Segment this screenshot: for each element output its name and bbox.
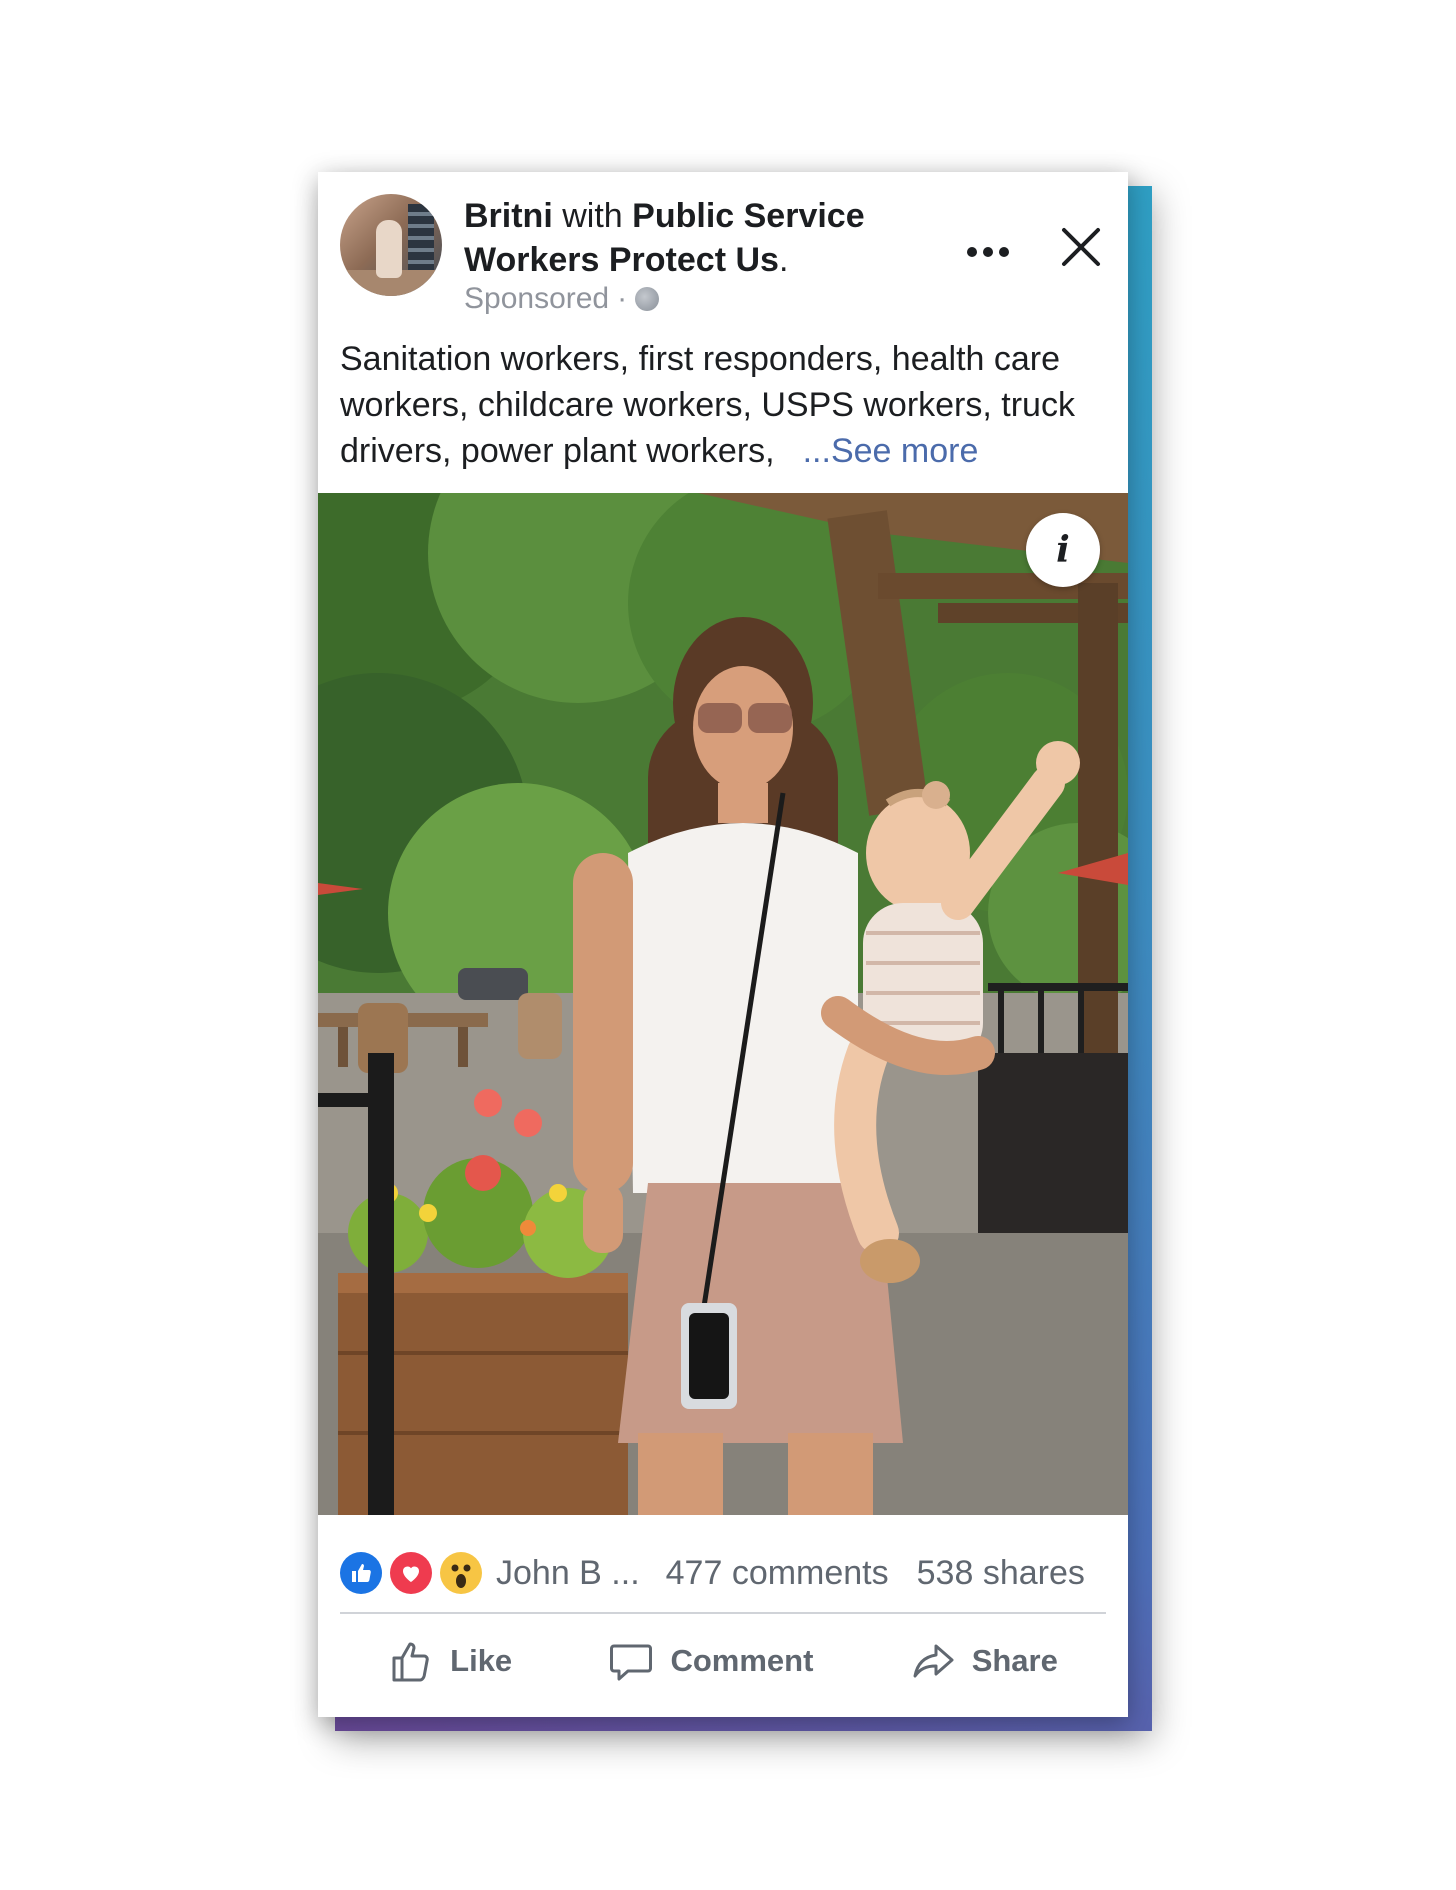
meta-separator: · <box>617 282 628 315</box>
wow-icon <box>440 1552 482 1594</box>
avatar-building <box>408 204 434 274</box>
reactor-names[interactable]: John B ... <box>496 1554 640 1593</box>
thumbs-up-outline-icon <box>392 1642 429 1682</box>
wow-face-icon <box>451 1564 471 1588</box>
author-avatar[interactable] <box>340 194 442 296</box>
comment-button[interactable]: Comment <box>608 1638 813 1684</box>
sponsored-label[interactable]: Sponsored <box>464 282 609 316</box>
post-body: Sanitation workers, first responders, he… <box>340 336 1100 474</box>
love-icon <box>390 1552 432 1594</box>
dot-icon <box>999 247 1009 257</box>
engagement-stats: John B ... 477 comments 538 shares <box>340 1549 1106 1597</box>
thumbs-up-icon <box>352 1564 371 1582</box>
reaction-icons[interactable] <box>340 1552 482 1594</box>
ad-info-button[interactable]: i <box>1026 513 1100 587</box>
globe-icon <box>635 287 660 311</box>
photo-illustration <box>318 493 1128 1515</box>
dot-icon <box>983 247 993 257</box>
share-label: Share <box>971 1643 1058 1678</box>
post-meta: Sponsored · <box>464 282 660 316</box>
stats-divider <box>340 1612 1106 1614</box>
comment-bubble-icon <box>610 1644 653 1681</box>
post-photo[interactable]: i <box>318 493 1128 1515</box>
author-name-link[interactable]: Britni <box>464 197 553 235</box>
post-title: Britni with Public Service Workers Prote… <box>464 194 934 282</box>
title-period: . <box>778 241 789 279</box>
see-more-link[interactable]: ...See more <box>803 432 979 470</box>
dot-icon <box>967 247 977 257</box>
ad-screenshot: Britni with Public Service Workers Prote… <box>0 0 1456 1890</box>
shares-count[interactable]: 538 shares <box>917 1554 1085 1593</box>
action-bar: Like Comment Share <box>340 1624 1106 1698</box>
like-icon <box>340 1552 382 1594</box>
comment-label: Comment <box>670 1643 814 1678</box>
close-icon[interactable] <box>1058 224 1104 270</box>
sponsored-post-card: Britni with Public Service Workers Prote… <box>318 172 1128 1717</box>
share-arrow-icon <box>913 1644 954 1678</box>
with-text: with <box>562 197 623 235</box>
like-button[interactable]: Like <box>388 1638 512 1684</box>
comments-count[interactable]: 477 comments <box>666 1554 889 1593</box>
share-button[interactable]: Share <box>910 1638 1058 1684</box>
heart-icon <box>403 1566 419 1582</box>
like-label: Like <box>450 1643 513 1678</box>
more-options-button[interactable] <box>958 232 1018 272</box>
avatar-person <box>376 220 402 278</box>
